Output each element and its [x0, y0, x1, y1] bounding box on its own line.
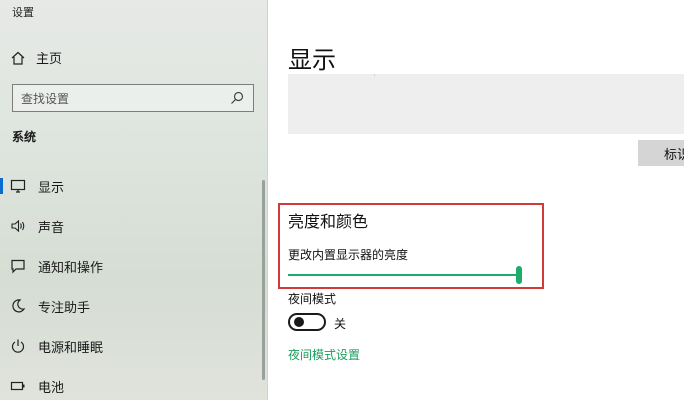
search-input[interactable]: 查找设置: [12, 84, 254, 112]
speaker-icon: [10, 218, 26, 234]
sidebar-item-battery[interactable]: 电池: [0, 366, 262, 400]
brightness-label: 更改内置显示器的亮度: [288, 248, 409, 262]
sidebar-item-label: 电池: [38, 380, 65, 396]
battery-icon: [10, 378, 26, 394]
sidebar-item-label: 专注助手: [38, 300, 91, 316]
sidebar-item-label: 通知和操作: [38, 260, 104, 276]
sidebar-item-power-sleep[interactable]: 电源和睡眠: [0, 326, 262, 366]
moon-icon: [10, 298, 26, 314]
sidebar-item-sound[interactable]: 声音: [0, 206, 262, 246]
night-light-settings-link[interactable]: 夜间模式设置: [288, 346, 360, 363]
sidebar-nav: 显示 声音 通知和操作 专注助手 电源和睡眠 电池: [0, 166, 262, 400]
nav-home-label: 主页: [36, 52, 63, 67]
window-title: 设置: [12, 6, 34, 19]
night-light-state: 关: [334, 317, 347, 331]
brightness-slider-thumb[interactable]: [516, 266, 522, 284]
display-arrangement-preview[interactable]: [288, 74, 684, 134]
night-light-label: 夜间模式: [288, 292, 337, 306]
section-title: 系统: [12, 130, 37, 144]
power-icon: [10, 338, 26, 354]
sidebar-scrollbar[interactable]: [262, 180, 265, 380]
sidebar-item-display[interactable]: 显示: [0, 166, 262, 206]
search-placeholder: 查找设置: [21, 91, 70, 106]
sidebar: 设置 主页 查找设置 系统 显示 声音 通知和操作 专注助手 电源和睡眠 电池: [0, 0, 268, 400]
brightness-slider-track: [288, 274, 519, 276]
page-title: 显示: [288, 46, 336, 74]
toggle-knob: [294, 317, 304, 327]
night-light-toggle[interactable]: [288, 313, 326, 331]
brightness-slider[interactable]: [288, 264, 524, 286]
search-icon[interactable]: [229, 90, 245, 106]
brightness-heading: 亮度和颜色: [288, 212, 369, 231]
sidebar-item-notifications[interactable]: 通知和操作: [0, 246, 262, 286]
sidebar-item-label: 声音: [38, 220, 65, 236]
sidebar-item-focus-assist[interactable]: 专注助手: [0, 286, 262, 326]
notification-icon: [10, 258, 26, 274]
nav-home[interactable]: 主页: [10, 48, 62, 67]
sidebar-item-label: 显示: [38, 180, 65, 196]
monitor-icon: [10, 178, 26, 194]
identify-button[interactable]: 标识: [638, 140, 684, 166]
sidebar-item-label: 电源和睡眠: [38, 340, 104, 356]
preview-divider: [374, 74, 375, 76]
home-icon: [10, 50, 26, 66]
